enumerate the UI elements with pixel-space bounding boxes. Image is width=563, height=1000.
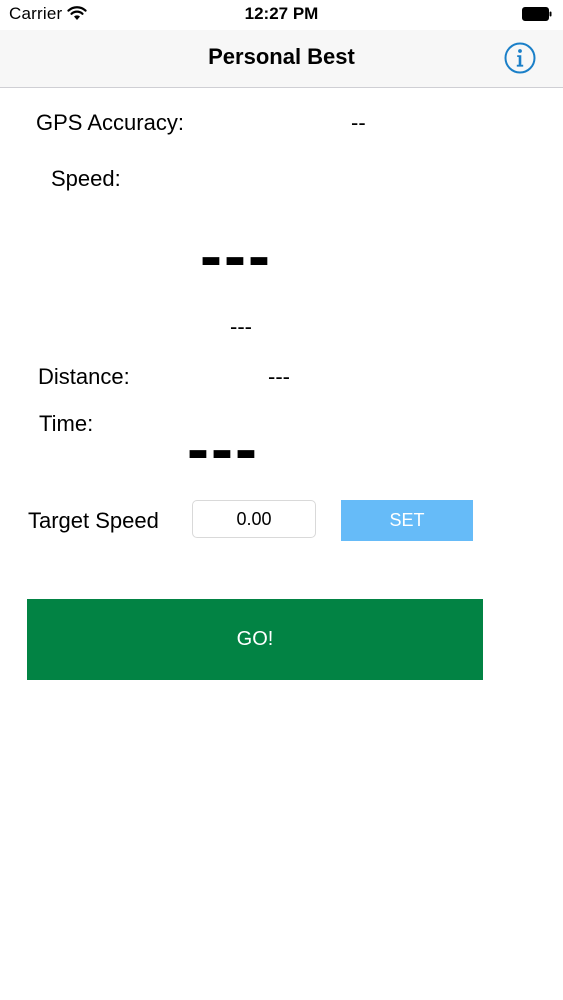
info-icon[interactable] <box>503 41 537 75</box>
gps-accuracy-value: -- <box>351 110 366 135</box>
distance-label: Distance: <box>38 364 130 389</box>
status-bar: Carrier 12:27 PM <box>0 0 563 30</box>
speed-secondary-value: --- <box>230 314 252 339</box>
status-time: 12:27 PM <box>244 4 319 23</box>
speed-value: --- <box>200 218 272 292</box>
page-title: Personal Best <box>208 44 355 69</box>
target-speed-label: Target Speed <box>28 508 159 533</box>
go-button[interactable]: GO! <box>27 599 483 680</box>
target-speed-input[interactable] <box>192 500 316 538</box>
speed-label: Speed: <box>51 166 121 191</box>
distance-value: --- <box>268 364 290 389</box>
time-label: Time: <box>39 411 94 436</box>
time-value: --- <box>187 411 259 485</box>
gps-accuracy-label: GPS Accuracy: <box>36 110 184 135</box>
battery-icon <box>522 7 552 21</box>
set-button[interactable]: SET <box>341 500 473 541</box>
